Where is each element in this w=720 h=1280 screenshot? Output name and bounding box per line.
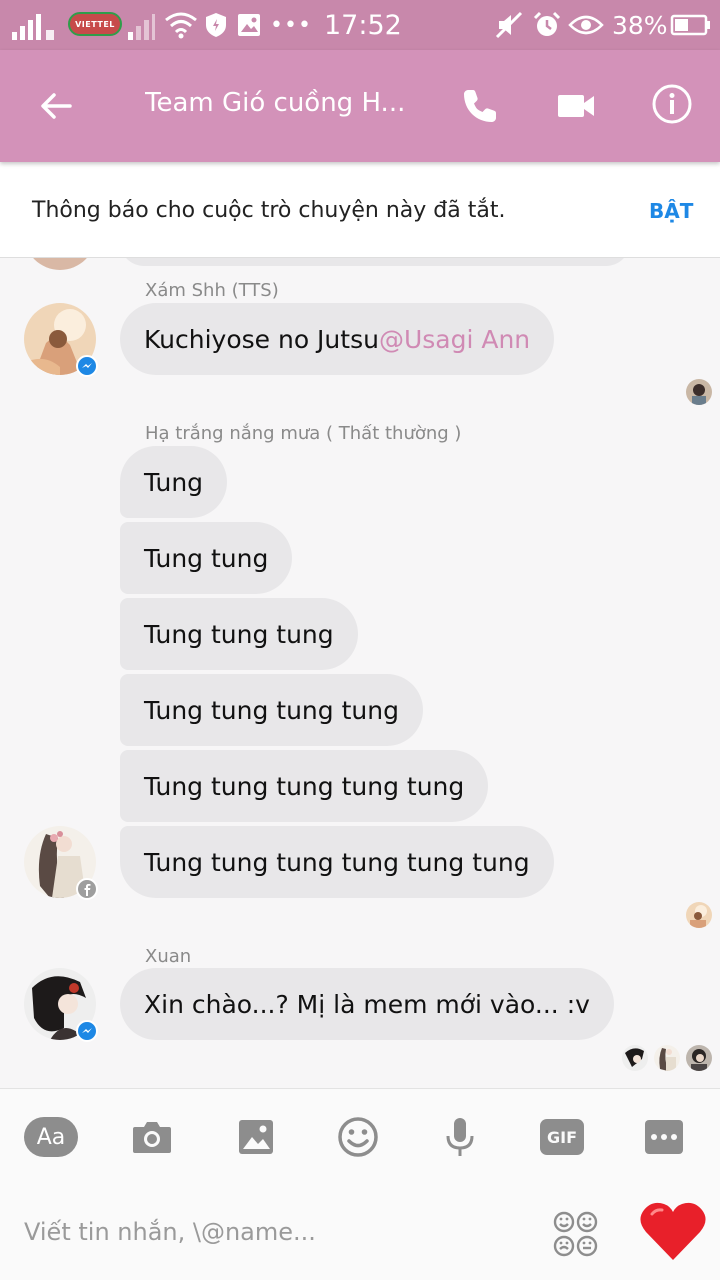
message-bubble[interactable]: Tung tung tung	[120, 598, 358, 670]
avatar-xam-shh[interactable]	[24, 303, 98, 377]
status-bar: VIETTEL ••• 17:52 38%	[0, 0, 720, 50]
microphone-icon[interactable]	[436, 1113, 484, 1161]
image-notification-icon	[236, 0, 262, 50]
notification-text: Thông báo cho cuộc trò chuyện này đã tắt…	[32, 198, 506, 223]
phone-icon[interactable]	[456, 82, 504, 130]
clock: 17:52	[324, 9, 402, 41]
gallery-icon[interactable]	[232, 1113, 280, 1161]
alarm-icon	[532, 0, 562, 50]
message-text: Tung tung tung	[144, 619, 334, 649]
read-receipt-avatar	[654, 1045, 680, 1071]
previous-avatar	[24, 258, 96, 270]
message-text: Kuchiyose no Jutsu	[144, 324, 379, 354]
turn-on-notifications-button[interactable]: BẬT	[649, 199, 693, 223]
conversation-title: Team Gió cuồng H...	[145, 88, 405, 118]
emoji-icon[interactable]	[334, 1113, 382, 1161]
sender-name: Xám Shh (TTS)	[145, 280, 279, 301]
video-camera-icon[interactable]	[552, 82, 600, 130]
read-receipt-avatar	[686, 1045, 712, 1071]
text-format-button[interactable]: Aa	[24, 1113, 78, 1161]
message-bubble[interactable]: Tung tung	[120, 522, 293, 594]
facebook-badge-icon	[76, 878, 98, 900]
camera-icon[interactable]	[128, 1113, 176, 1161]
read-receipt-avatar	[686, 379, 712, 405]
message-text: Tung tung tung tung tung tung	[144, 847, 530, 877]
shield-icon	[204, 0, 228, 50]
text-format-label: Aa	[24, 1117, 78, 1157]
gif-label: GIF	[540, 1119, 584, 1155]
message-bubble[interactable]: Xin chào...? Mị là mem mới vào... :v	[120, 968, 614, 1040]
carrier-logo: VIETTEL	[68, 12, 122, 36]
more-options-icon[interactable]	[640, 1113, 688, 1161]
battery-icon	[670, 0, 712, 50]
message-input[interactable]	[24, 1206, 524, 1258]
avatar-xuan[interactable]	[24, 968, 98, 1042]
battery-percent: 38%	[612, 10, 668, 40]
info-icon[interactable]	[648, 80, 696, 128]
previous-message-bubble	[120, 258, 630, 266]
message-text: Tung tung tung tung tung	[144, 771, 465, 801]
wifi-icon	[164, 0, 198, 50]
eye-icon	[568, 0, 604, 50]
message-composer	[0, 1184, 720, 1280]
message-list[interactable]: Xám Shh (TTS) Kuchiyose no Jutsu @Usagi …	[0, 258, 720, 1088]
signal-weak-icon	[126, 0, 156, 50]
messenger-badge-icon	[76, 355, 98, 377]
message-text: Xin chào...? Mị là mem mới vào... :v	[144, 989, 590, 1019]
read-receipt-avatar	[686, 902, 712, 928]
message-bubble[interactable]: Tung tung tung tung	[120, 674, 423, 746]
sender-name: Hạ trắng nắng mưa ( Thất thường )	[145, 423, 462, 444]
back-arrow-icon[interactable]	[34, 84, 78, 128]
notification-banner: Thông báo cho cuộc trò chuyện này đã tắt…	[0, 162, 720, 258]
stickers-icon[interactable]	[552, 1210, 600, 1258]
message-bubble[interactable]: Tung	[120, 446, 228, 518]
gif-button[interactable]: GIF	[538, 1113, 586, 1161]
message-bubble[interactable]: Kuchiyose no Jutsu @Usagi Ann	[120, 303, 555, 375]
message-text: Tung	[144, 467, 204, 497]
more-notifications-icon: •••	[270, 12, 312, 38]
message-text: Tung tung tung tung	[144, 695, 399, 725]
user-mention[interactable]: @Usagi Ann	[379, 325, 530, 354]
mute-icon	[494, 0, 524, 50]
sender-name: Xuan	[145, 946, 192, 967]
heart-like-icon[interactable]	[638, 1200, 708, 1264]
composer-toolbar: Aa GIF	[0, 1088, 720, 1184]
conversation-header: Team Gió cuồng H...	[0, 50, 720, 162]
message-text: Tung tung	[144, 543, 269, 573]
signal-icon	[10, 0, 62, 50]
messenger-badge-icon	[76, 1020, 98, 1042]
read-receipt-avatar	[622, 1045, 648, 1071]
message-bubble[interactable]: Tung tung tung tung tung	[120, 750, 489, 822]
avatar-ha-trang[interactable]	[24, 826, 98, 900]
message-bubble[interactable]: Tung tung tung tung tung tung	[120, 826, 554, 898]
